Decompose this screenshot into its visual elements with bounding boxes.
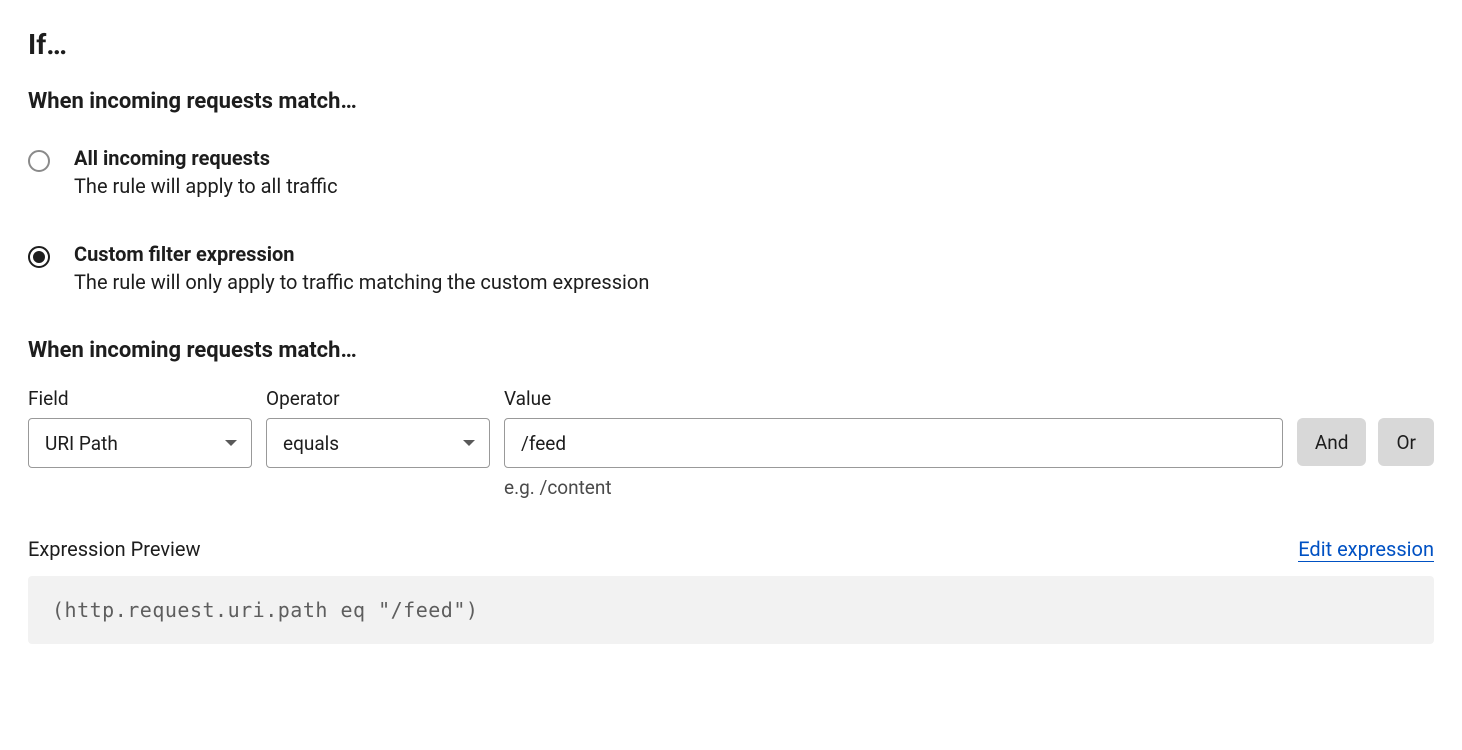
radio-option-custom[interactable]: Custom filter expression The rule will o… [28, 242, 1434, 294]
operator-select[interactable]: equals [266, 418, 490, 468]
operator-select-value: equals [283, 432, 339, 455]
field-select-wrap: URI Path [28, 418, 252, 468]
match-subtitle: When incoming requests match… [28, 89, 1434, 114]
logic-buttons: And Or [1297, 418, 1434, 466]
field-select-value: URI Path [45, 432, 118, 455]
field-select[interactable]: URI Path [28, 418, 252, 468]
preview-header: Expression Preview Edit expression [28, 537, 1434, 562]
value-label: Value [504, 387, 1283, 410]
expression-preview-box: (http.request.uri.path eq "/feed") [28, 576, 1434, 644]
field-column: Field URI Path [28, 387, 252, 468]
field-label: Field [28, 387, 252, 410]
edit-expression-link[interactable]: Edit expression [1298, 537, 1434, 562]
radio-all-desc: The rule will apply to all traffic [74, 174, 338, 198]
expression-preview-code: (http.request.uri.path eq "/feed") [52, 598, 478, 622]
builder-heading: When incoming requests match… [28, 338, 1434, 363]
expression-builder-row: Field URI Path Operator equals Value e.g… [28, 387, 1434, 499]
radio-custom-text: Custom filter expression The rule will o… [74, 242, 649, 294]
value-column: Value e.g. /content [504, 387, 1283, 499]
value-hint: e.g. /content [504, 476, 1283, 499]
radio-custom-label: Custom filter expression [74, 242, 649, 266]
expression-preview-label: Expression Preview [28, 537, 201, 561]
radio-all-text: All incoming requests The rule will appl… [74, 146, 338, 198]
operator-column: Operator equals [266, 387, 490, 468]
match-radio-group: All incoming requests The rule will appl… [28, 146, 1434, 294]
radio-all-label: All incoming requests [74, 146, 338, 170]
or-button[interactable]: Or [1378, 418, 1434, 466]
value-input[interactable] [504, 418, 1283, 468]
and-button[interactable]: And [1297, 418, 1367, 466]
if-title: If… [28, 28, 1434, 61]
radio-option-all[interactable]: All incoming requests The rule will appl… [28, 146, 1434, 198]
operator-label: Operator [266, 387, 490, 410]
operator-select-wrap: equals [266, 418, 490, 468]
radio-custom-desc: The rule will only apply to traffic matc… [74, 270, 649, 294]
radio-custom-expression[interactable] [28, 246, 50, 268]
radio-all-requests[interactable] [28, 150, 50, 172]
